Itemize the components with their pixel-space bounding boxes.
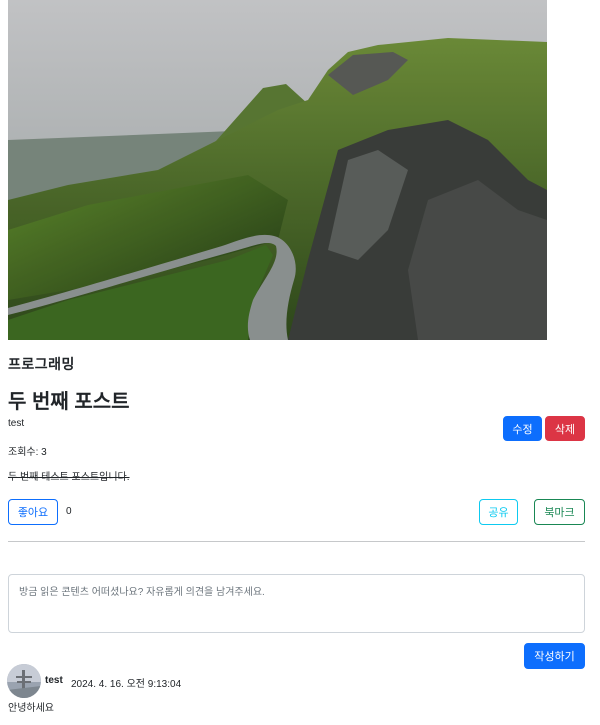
post-author: test	[8, 418, 25, 429]
bookmark-button[interactable]: 북마크	[534, 499, 585, 525]
comment-text: 안녕하세요	[8, 703, 54, 714]
comment-input[interactable]	[8, 574, 585, 633]
like-count: 0	[66, 506, 72, 517]
post-title: 두 번째 포스트	[8, 391, 130, 413]
avatar	[7, 664, 41, 698]
share-button[interactable]: 공유	[479, 499, 518, 525]
post-content: 두 번째 테스트 포스트입니다.	[8, 472, 130, 483]
edit-button[interactable]: 수정	[503, 416, 542, 441]
comment-date: 2024. 4. 16. 오전 9:13:04	[71, 679, 182, 690]
post-category: 프로그래밍	[8, 356, 75, 372]
post-hero-image	[8, 0, 547, 340]
like-button[interactable]: 좋아요	[8, 499, 58, 525]
post-view-count: 조회수: 3	[8, 447, 47, 458]
submit-comment-button[interactable]: 작성하기	[524, 643, 585, 669]
section-divider	[8, 541, 585, 542]
delete-button[interactable]: 삭제	[545, 416, 585, 441]
comment-author: test	[45, 675, 63, 686]
